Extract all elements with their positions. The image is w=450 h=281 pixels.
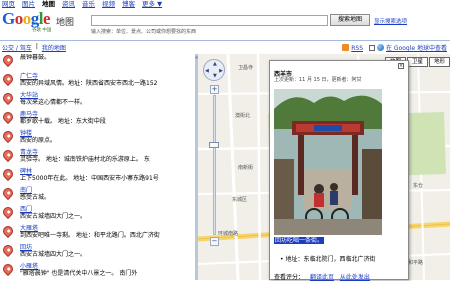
photo-caption[interactable]: 回坊吃喝一条街。 bbox=[274, 237, 325, 244]
result-description: 西安的原点。 bbox=[20, 137, 57, 144]
result-description: 灵验寺。 地址：城南铁炉庙村北的乐游原上。 东 bbox=[20, 156, 150, 163]
result-title-link[interactable]: 南门 bbox=[20, 187, 195, 194]
checkbox-icon[interactable] bbox=[369, 45, 376, 51]
result-description: 每次来这心情都不一样。 bbox=[20, 99, 87, 106]
result-title-link[interactable]: 大雁塔 bbox=[20, 225, 195, 232]
topnav-link[interactable]: 地图 bbox=[42, 0, 55, 9]
earth-icon bbox=[377, 44, 385, 51]
search-input[interactable] bbox=[91, 15, 328, 26]
tab-my-maps[interactable]: 我的地图 bbox=[42, 43, 66, 52]
result-description: 晨钟暮鼓。 bbox=[20, 54, 51, 61]
info-address: 地址：东临北院门，西临北广济街 bbox=[280, 254, 375, 263]
topnav-link[interactable]: 更多 ▼ bbox=[142, 0, 162, 9]
result-item[interactable]: 西门 西安古城墙四大门之一。 bbox=[0, 204, 195, 225]
map-type-satellite-button[interactable]: 卫星 bbox=[406, 57, 428, 67]
zoom-slider-thumb[interactable] bbox=[209, 142, 219, 148]
result-item[interactable]: 大华站 每次来这心情都不一样。 bbox=[0, 90, 195, 111]
topnav-link[interactable]: 图片 bbox=[22, 0, 35, 9]
result-item[interactable]: 南门 感受古城。 bbox=[0, 185, 195, 206]
result-item[interactable]: 青龙寺 灵验寺。 地址：城南铁炉庙村北的乐游原上。 东 bbox=[0, 147, 195, 168]
map-pin-icon[interactable] bbox=[0, 147, 16, 163]
tab-separator: | bbox=[35, 43, 38, 50]
result-item[interactable]: 小雁塔 "雁塔晨钟" 也是清代关中八景之一。 南门外 bbox=[0, 261, 195, 280]
tab-transit-driving[interactable]: 公交 / 驾车 bbox=[2, 43, 32, 52]
result-title-link[interactable]: 大华站 bbox=[20, 92, 195, 99]
result-item[interactable]: 广仁寺 西安的异域风情。地址：陕西省西安市西北一路152 bbox=[0, 71, 195, 92]
result-title-link[interactable]: 西门 bbox=[20, 206, 195, 213]
place-photo[interactable] bbox=[274, 89, 382, 235]
topnav-link[interactable]: 资讯 bbox=[62, 0, 75, 9]
result-title-link[interactable]: 小雁塔 bbox=[20, 263, 195, 270]
map-pin-icon[interactable] bbox=[0, 128, 16, 144]
result-title-link[interactable]: 鹿马寺 bbox=[20, 111, 195, 118]
map-pin-icon[interactable] bbox=[0, 109, 16, 125]
result-description: 西安古城墙四大门之一。 bbox=[20, 213, 87, 220]
logo-subtitle: 谷歌 中国 bbox=[32, 28, 52, 33]
map-pin-icon[interactable] bbox=[0, 261, 16, 277]
show-search-options-link[interactable]: 显示搜索选项 bbox=[374, 17, 407, 25]
result-title-link[interactable]: 碑林 bbox=[20, 168, 195, 175]
result-title-link[interactable]: 回坊 bbox=[20, 244, 195, 251]
topnav-link[interactable]: 视频 bbox=[102, 0, 115, 9]
result-item[interactable]: 碑林 上下5000年在此。 地址：中国西安市小寨东路91号 bbox=[0, 166, 195, 187]
map-type-terrain-button[interactable]: 地形 bbox=[428, 57, 450, 67]
search-map-button[interactable]: 搜索地图 bbox=[330, 14, 370, 26]
result-item[interactable]: 钟楼 西安的原点。 bbox=[0, 128, 195, 149]
map-label: 和平路 bbox=[408, 260, 424, 266]
result-description: 上下5000年在此。 地址：中国西安市小寨东路91号 bbox=[20, 175, 159, 182]
topnav-link[interactable]: 网页 bbox=[2, 0, 15, 9]
top-nav: 网页 图片 地图 资讯 音乐 视频 博客 更多 ▼ bbox=[0, 0, 450, 9]
map-pin-icon[interactable] bbox=[0, 242, 16, 258]
map-pin-icon[interactable] bbox=[0, 54, 16, 68]
map-label: 澳街北 bbox=[235, 113, 251, 119]
result-description: 到西安吧唯一寺剩。 地址：和平北路门。西北广济街 bbox=[20, 232, 160, 239]
result-title-link[interactable]: 青龙寺 bbox=[20, 149, 195, 156]
info-window: × 西羊市 上次更新：11 月 15 日，更新者：阿甘 回坊吃喝一条街。 地址：… bbox=[269, 60, 409, 281]
pan-control[interactable]: ▲ ◀ ▶ ▼ bbox=[203, 59, 225, 81]
result-title-link[interactable]: 广仁寺 bbox=[20, 73, 195, 80]
close-icon[interactable]: × bbox=[398, 63, 404, 69]
rss-link[interactable]: RSS bbox=[342, 43, 363, 52]
result-item[interactable]: 大雁塔 到西安吧唯一寺剩。 地址：和平北路门。西北广济街 bbox=[0, 223, 195, 244]
map-pin-icon[interactable] bbox=[0, 185, 16, 201]
rss-icon bbox=[342, 43, 350, 51]
result-item[interactable]: 晨钟暮鼓。 bbox=[0, 54, 195, 73]
product-name: 地图 bbox=[56, 18, 75, 28]
map-label: 环城南路 bbox=[218, 231, 239, 237]
photo-image bbox=[274, 89, 382, 235]
zoom-in-button[interactable]: + bbox=[210, 85, 219, 94]
results-sidebar: 晨钟暮鼓。 广仁寺 西安的异域风情。地址：陕西省西安市西北一路152 大华站 每次来这心… bbox=[0, 54, 195, 280]
topnav-link[interactable]: 博客 bbox=[122, 0, 135, 9]
tab-row: 公交 / 驾车 | 我的地图 RSS 在 Google 地球中查看 bbox=[0, 40, 450, 53]
zoom-out-button[interactable]: − bbox=[210, 237, 219, 246]
view-in-earth-link[interactable]: 在 Google 地球中查看 bbox=[369, 43, 447, 52]
map-label: 东仓 bbox=[413, 183, 424, 189]
result-description: 感受古城。 bbox=[20, 194, 51, 201]
map-label: 南新街 bbox=[238, 165, 254, 171]
result-description: 西安的异域风情。地址：陕西省西安市西北一路152 bbox=[20, 80, 158, 87]
map-pin-icon[interactable] bbox=[0, 204, 16, 220]
result-description: 西安古城墙四大门之一。 bbox=[20, 251, 87, 258]
map-pin-icon[interactable] bbox=[0, 223, 16, 239]
search-hint: 输入搜索：单位、景点、公司或你想要找的东西 bbox=[91, 29, 197, 35]
result-description: 都岁歌十载。 地址：东大街中段 bbox=[20, 118, 106, 125]
map-pin-icon[interactable] bbox=[0, 166, 16, 182]
info-meta: 上次更新：11 月 15 日，更新者：阿甘 bbox=[274, 77, 362, 83]
result-title-link[interactable]: 钟楼 bbox=[20, 130, 195, 137]
map-pin-icon[interactable] bbox=[0, 71, 16, 87]
zoom-slider-track[interactable] bbox=[213, 95, 216, 235]
topnav-link[interactable]: 音乐 bbox=[82, 0, 95, 9]
map-label: 卫昌寺 bbox=[238, 65, 254, 71]
map-pin-icon[interactable] bbox=[0, 90, 16, 106]
result-item[interactable]: 回坊 西安古城墙四大门之一。 bbox=[0, 242, 195, 263]
result-description: "雁塔晨钟" 也是清代关中八景之一。 南门外 bbox=[20, 270, 138, 277]
map-label: 东城区 bbox=[232, 197, 248, 203]
result-item[interactable]: 鹿马寺 都岁歌十载。 地址：东大街中段 bbox=[0, 109, 195, 130]
